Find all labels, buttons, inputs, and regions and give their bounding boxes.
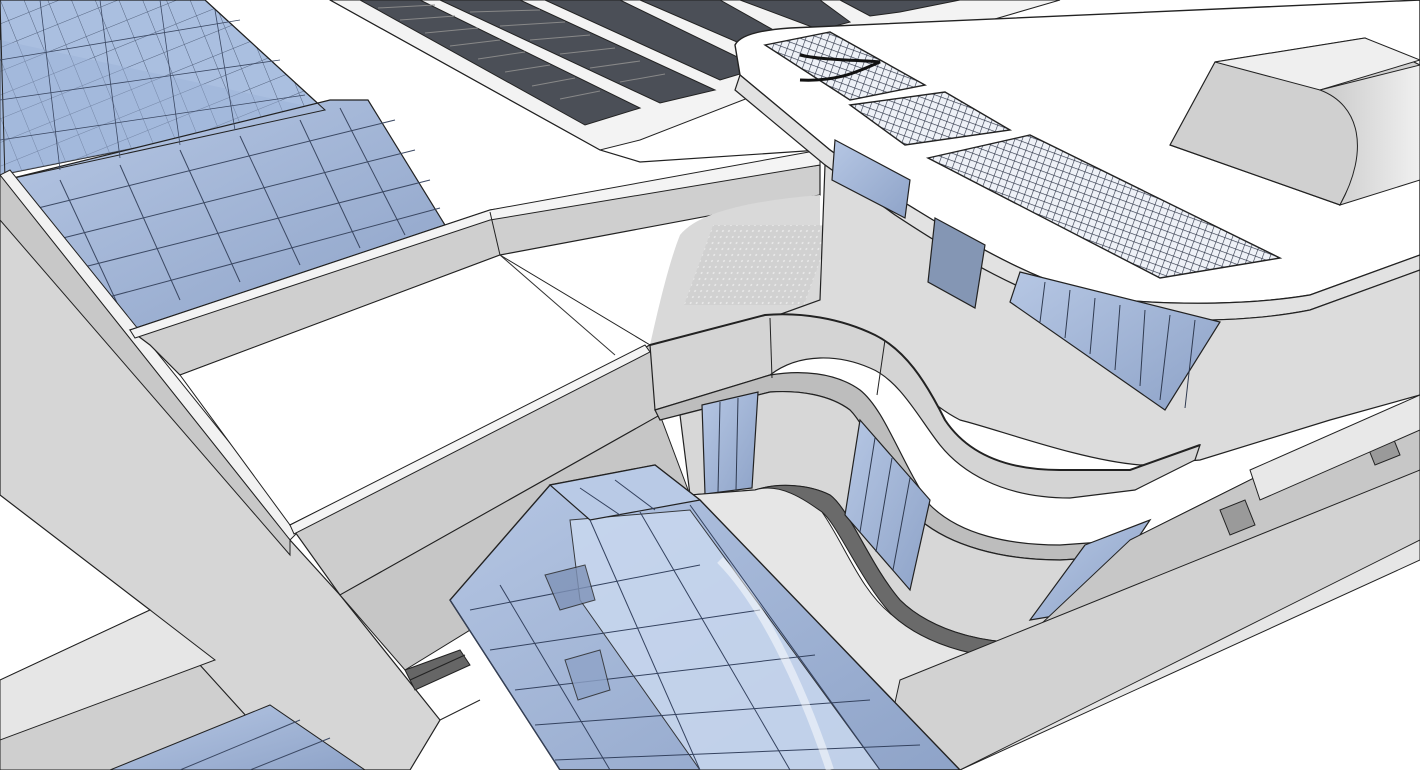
building-model	[0, 0, 1420, 770]
model-viewport[interactable]	[0, 0, 1420, 770]
